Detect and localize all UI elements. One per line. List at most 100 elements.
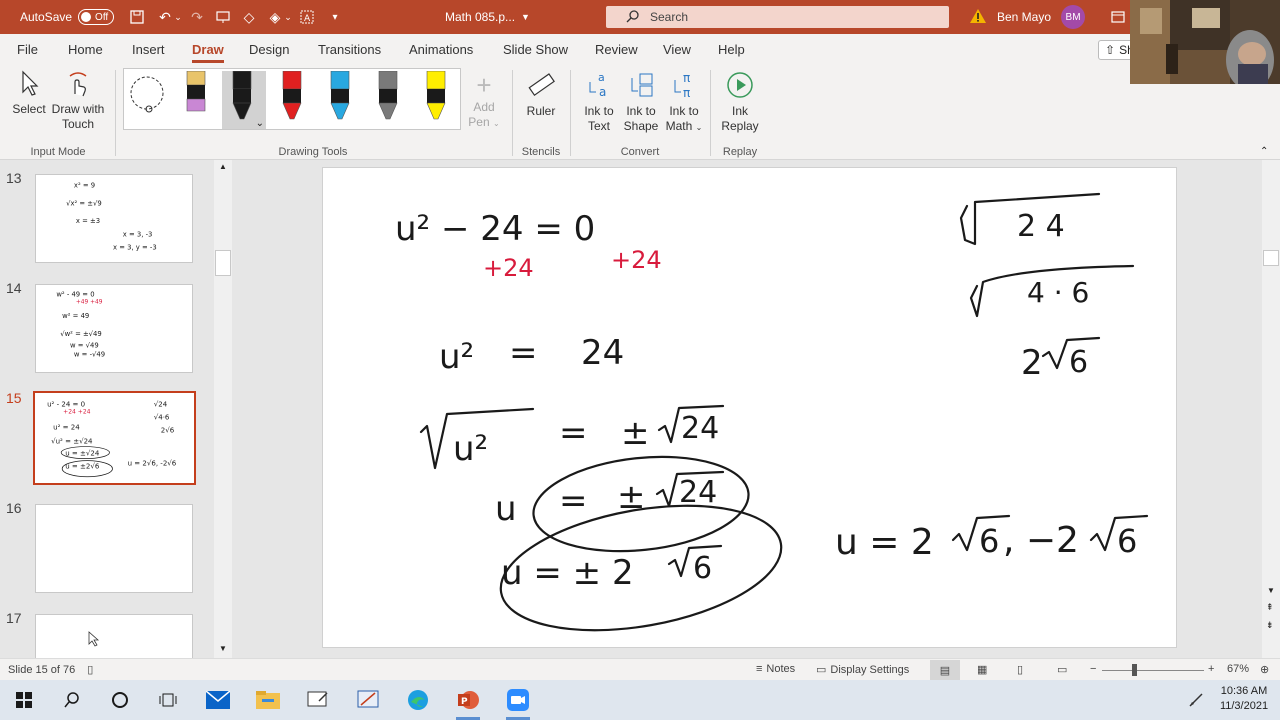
- fit-slide-icon[interactable]: ⊕: [1260, 663, 1269, 676]
- lasso-select-button[interactable]: [127, 71, 167, 129]
- scrollbar-thumb[interactable]: [215, 250, 231, 276]
- yellow-highlighter-button[interactable]: [416, 70, 456, 129]
- user-name[interactable]: Ben Mayo: [997, 10, 1051, 24]
- warning-icon[interactable]: [970, 8, 986, 26]
- draw-with-touch-button[interactable]: Draw with Touch: [50, 70, 106, 132]
- select-label: Select: [12, 102, 46, 116]
- mail-icon[interactable]: [198, 684, 238, 716]
- ink-to-math-button[interactable]: ππ Ink to Math ⌄: [662, 70, 706, 135]
- chevron-down-icon[interactable]: ⌄: [256, 118, 264, 129]
- pencil-button[interactable]: [368, 70, 408, 129]
- ink-to-shape-button[interactable]: Ink to Shape: [620, 70, 662, 134]
- ribbon-display-icon[interactable]: [1111, 0, 1125, 34]
- tab-animations[interactable]: Animations: [409, 42, 473, 57]
- notes-button[interactable]: ≡ Notes: [756, 663, 795, 675]
- tab-review[interactable]: Review: [595, 42, 638, 57]
- tab-view[interactable]: View: [663, 42, 691, 57]
- thumbnail-scrollbar[interactable]: ▲ ▼: [214, 160, 232, 658]
- search-label: Search: [650, 10, 689, 24]
- next-slide-icon[interactable]: ⇟: [1266, 620, 1274, 631]
- undo-dropdown-icon[interactable]: ⌄: [174, 8, 182, 26]
- cortana-icon[interactable]: [100, 684, 140, 716]
- add-pen-button[interactable]: + Add Pen ⌄: [464, 70, 504, 131]
- tab-draw[interactable]: Draw: [192, 42, 224, 63]
- document-title[interactable]: Math 085.p... ▼: [445, 0, 530, 34]
- tab-file[interactable]: File: [17, 42, 38, 57]
- file-explorer-icon[interactable]: [248, 684, 288, 716]
- tab-design[interactable]: Design: [249, 42, 289, 57]
- slide-scrollbar[interactable]: ▼ ⇞ ⇟: [1262, 160, 1280, 658]
- ink-replay-button[interactable]: Ink Replay: [718, 70, 762, 134]
- avatar[interactable]: BM: [1061, 5, 1086, 29]
- slideshow-view-icon[interactable]: ▭: [1057, 663, 1067, 676]
- slide-sorter-icon[interactable]: ▦: [977, 663, 987, 676]
- add-pen-label-2: Pen: [468, 115, 490, 129]
- powerpoint-icon[interactable]: P: [448, 684, 488, 720]
- chevron-down-icon[interactable]: ⌄: [284, 8, 292, 26]
- select-button[interactable]: Select: [10, 70, 48, 117]
- edge-browser-icon[interactable]: [398, 684, 438, 716]
- undo-icon[interactable]: ↶: [156, 8, 174, 26]
- pen-workspace-icon[interactable]: [1176, 684, 1216, 716]
- accessibility-icon[interactable]: ▯: [87, 663, 93, 676]
- search-icon[interactable]: [52, 684, 92, 716]
- document-title-text: Math 085.p...: [445, 10, 516, 24]
- scroll-up-icon[interactable]: ▲: [219, 162, 227, 171]
- autosave[interactable]: AutoSave Off: [20, 0, 115, 34]
- zoom-out-icon[interactable]: −: [1090, 663, 1096, 675]
- display-settings-label: Display Settings: [830, 663, 910, 676]
- scroll-down-icon[interactable]: ▼: [219, 644, 227, 653]
- group-separator: [710, 70, 711, 156]
- zoom-level[interactable]: 67%: [1227, 663, 1249, 675]
- scrollbar-thumb[interactable]: [1263, 250, 1279, 266]
- display-settings-button[interactable]: ▭ Display Settings: [816, 663, 910, 677]
- snipping-tool-icon[interactable]: [348, 684, 388, 716]
- search-box[interactable]: Search: [606, 6, 949, 28]
- zoom-app-icon[interactable]: [498, 684, 538, 720]
- title-bar: AutoSave Off ↶ ⌄ ↷ ◇ ◈ ⌄ A ▾ Math 085.p.…: [0, 0, 1280, 34]
- slide-thumbnail-14[interactable]: w² - 49 = 0 +49 +49 w² = 49 √w² = ±√49 w…: [35, 284, 193, 373]
- redo-icon[interactable]: ↷: [188, 8, 206, 26]
- windows-start-icon[interactable]: [4, 684, 44, 716]
- slide-thumbnail-16[interactable]: [35, 504, 193, 593]
- autosave-toggle[interactable]: Off: [78, 9, 115, 25]
- zoom-in-icon[interactable]: +: [1208, 663, 1214, 675]
- scroll-down-icon[interactable]: ▼: [1267, 586, 1275, 595]
- zoom-slider-thumb[interactable]: [1132, 664, 1137, 676]
- ruler-button[interactable]: Ruler: [520, 70, 562, 119]
- red-pen-button[interactable]: [272, 70, 312, 129]
- blue-pen-button[interactable]: [320, 70, 360, 129]
- ink-to-text-button[interactable]: aa Ink to Text: [578, 70, 620, 134]
- slide-thumbnail-13[interactable]: x² = 9 √x² = ±√9 x = ±3 x = 3, -3 x = 3,…: [35, 174, 193, 263]
- black-pen-button[interactable]: ⌄: [222, 70, 266, 129]
- whiteboard-icon[interactable]: [298, 684, 338, 716]
- eraser-dropdown-icon[interactable]: ◈: [266, 8, 284, 26]
- slide-thumbnail-15[interactable]: u² - 24 = 0 +24 +24 u² = 24 √u² = ±√24 u…: [33, 391, 196, 485]
- lasso-icon: [130, 76, 164, 113]
- tab-insert[interactable]: Insert: [132, 42, 165, 57]
- reading-view-icon[interactable]: ▯: [1017, 663, 1023, 676]
- slide-canvas[interactable]: u² − 24 = 0 +24 +24 u² = 24 u² = ± 24 u …: [322, 167, 1177, 648]
- tab-help[interactable]: Help: [718, 42, 745, 57]
- highlighter-pen-button[interactable]: [176, 70, 216, 129]
- svg-text:√4·6: √4·6: [154, 412, 170, 421]
- normal-view-icon[interactable]: ▤: [930, 660, 960, 680]
- autosave-label: AutoSave: [20, 10, 73, 24]
- equation-line-3-pm: ±: [621, 413, 650, 453]
- system-clock[interactable]: 10:36 AM 11/3/2021: [1212, 684, 1276, 714]
- text-box-icon[interactable]: A: [298, 8, 316, 26]
- zoom-slider[interactable]: [1102, 670, 1204, 671]
- tab-transitions[interactable]: Transitions: [318, 42, 381, 57]
- side-radical-1: 2 4: [1017, 209, 1065, 244]
- task-view-icon[interactable]: [148, 684, 188, 716]
- eraser-icon[interactable]: ◇: [240, 8, 258, 26]
- ruler-icon: [528, 73, 555, 96]
- tab-slide-show[interactable]: Slide Show: [503, 42, 568, 57]
- slide-thumbnail-17[interactable]: [35, 614, 193, 658]
- previous-slide-icon[interactable]: ⇞: [1266, 602, 1274, 613]
- customize-toolbar-icon[interactable]: ▾: [326, 8, 344, 26]
- collapse-ribbon-icon[interactable]: ⌃: [1260, 146, 1268, 157]
- slideshow-start-icon[interactable]: [214, 8, 232, 26]
- save-icon[interactable]: [128, 8, 146, 26]
- tab-home[interactable]: Home: [68, 42, 103, 57]
